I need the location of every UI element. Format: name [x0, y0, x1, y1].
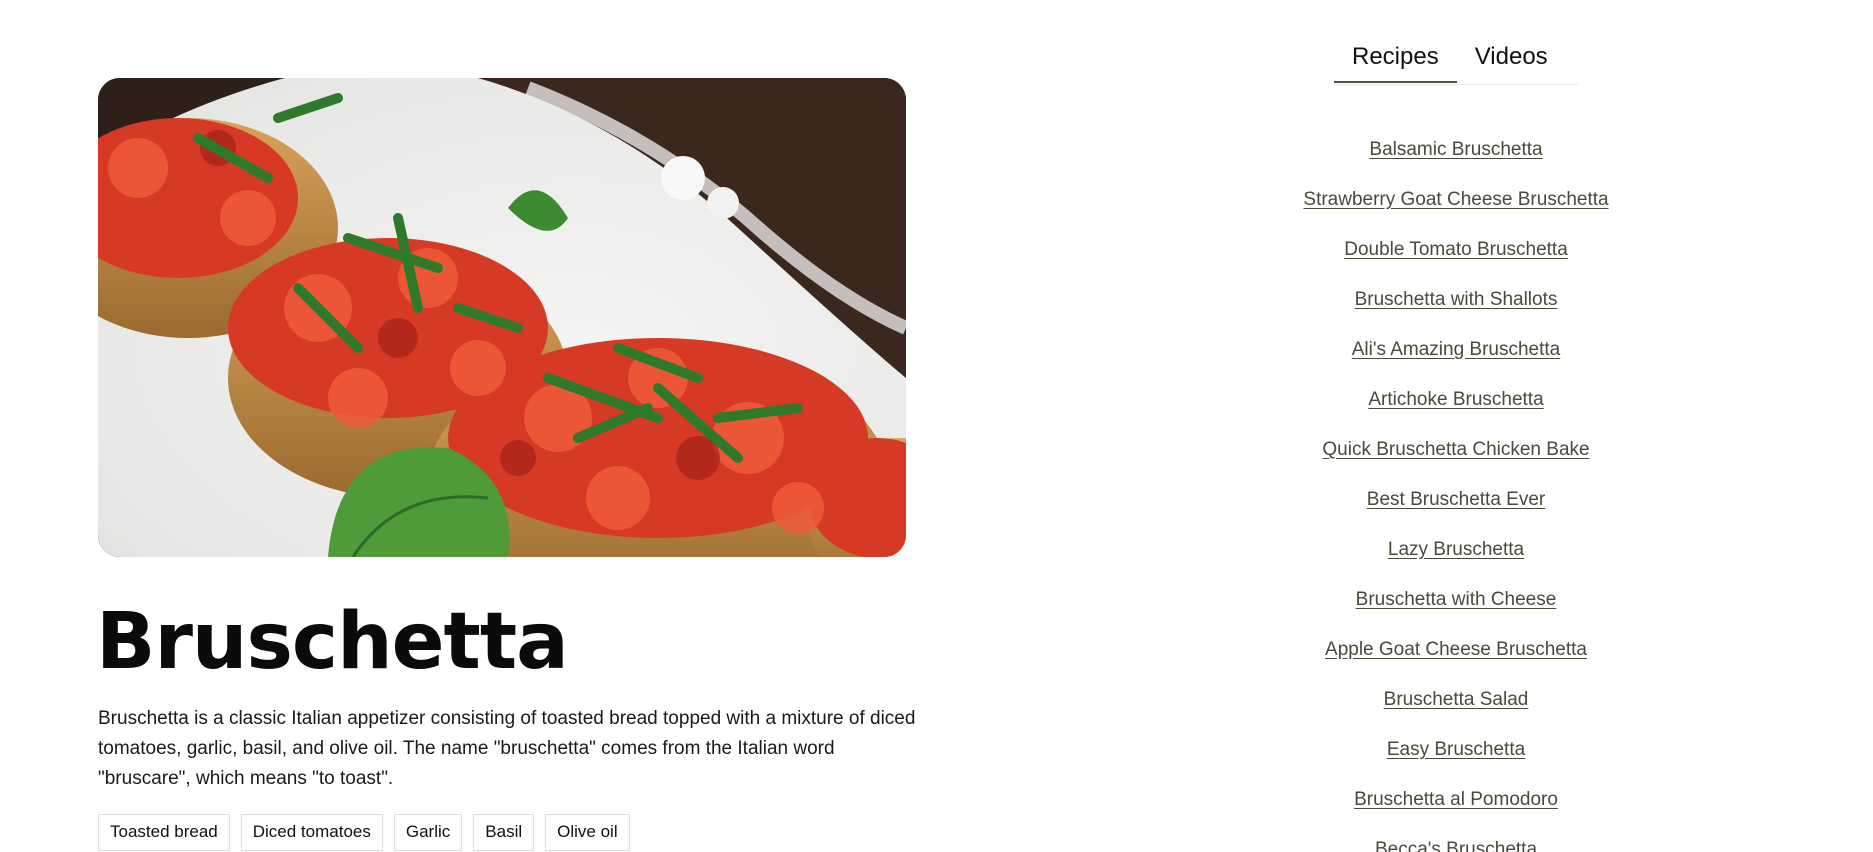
list-item: Artichoke Bruschetta: [1206, 382, 1706, 432]
list-item: Best Bruschetta Ever: [1206, 482, 1706, 532]
related-recipes-list: Balsamic Bruschetta Strawberry Goat Chee…: [1206, 132, 1706, 852]
list-item: Balsamic Bruschetta: [1206, 132, 1706, 182]
list-item: Becca's Bruschetta: [1206, 832, 1706, 852]
list-item: Easy Bruschetta: [1206, 732, 1706, 782]
ingredient-tag[interactable]: Basil: [473, 814, 535, 851]
ingredient-tag[interactable]: Garlic: [393, 814, 463, 851]
list-item: Bruschetta with Cheese: [1206, 582, 1706, 632]
list-item: Bruschetta with Shallots: [1206, 282, 1706, 332]
recipe-link[interactable]: Artichoke Bruschetta: [1368, 389, 1543, 410]
list-item: Lazy Bruschetta: [1206, 532, 1706, 582]
ingredient-tag[interactable]: Toasted bread: [98, 814, 230, 851]
list-item: Bruschetta Salad: [1206, 682, 1706, 732]
recipe-link[interactable]: Apple Goat Cheese Bruschetta: [1325, 639, 1587, 660]
recipe-link[interactable]: Bruschetta Salad: [1384, 689, 1529, 710]
tab-videos[interactable]: Videos: [1457, 38, 1566, 83]
recipe-link[interactable]: Lazy Bruschetta: [1388, 539, 1524, 560]
recipe-link[interactable]: Balsamic Bruschetta: [1369, 139, 1542, 160]
ingredient-tag[interactable]: Diced tomatoes: [240, 814, 383, 851]
list-item: Double Tomato Bruschetta: [1206, 232, 1706, 282]
list-item: Apple Goat Cheese Bruschetta: [1206, 632, 1706, 682]
recipe-link[interactable]: Double Tomato Bruschetta: [1344, 239, 1568, 260]
recipe-description: Bruschetta is a classic Italian appetize…: [98, 708, 916, 789]
recipe-link[interactable]: Bruschetta with Cheese: [1356, 589, 1557, 610]
recipe-title: Bruschetta: [96, 597, 569, 687]
recipe-link[interactable]: Easy Bruschetta: [1387, 739, 1525, 760]
list-item: Ali's Amazing Bruschetta: [1206, 332, 1706, 382]
recipe-link[interactable]: Ali's Amazing Bruschetta: [1352, 339, 1561, 360]
bruschetta-photo: [98, 78, 906, 557]
recipe-link[interactable]: Strawberry Goat Cheese Bruschetta: [1303, 189, 1608, 210]
list-item: Quick Bruschetta Chicken Bake: [1206, 432, 1706, 482]
ingredient-tags: Toasted bread Diced tomatoes Garlic Basi…: [98, 814, 630, 851]
ingredient-tag[interactable]: Olive oil: [545, 814, 630, 851]
list-item: Bruschetta al Pomodoro: [1206, 782, 1706, 832]
recipe-link[interactable]: Bruschetta al Pomodoro: [1354, 789, 1558, 810]
hero-image: [98, 78, 906, 557]
tab-recipes[interactable]: Recipes: [1334, 38, 1457, 83]
recipe-link[interactable]: Quick Bruschetta Chicken Bake: [1322, 439, 1589, 460]
sidebar-tabs: Recipes Videos: [1334, 38, 1578, 85]
list-item: Strawberry Goat Cheese Bruschetta: [1206, 182, 1706, 232]
recipe-link[interactable]: Best Bruschetta Ever: [1367, 489, 1545, 510]
recipe-link[interactable]: Becca's Bruschetta: [1375, 839, 1537, 852]
recipe-page: Bruschetta Bruschetta is a classic Itali…: [0, 0, 1873, 852]
recipe-link[interactable]: Bruschetta with Shallots: [1355, 289, 1558, 310]
